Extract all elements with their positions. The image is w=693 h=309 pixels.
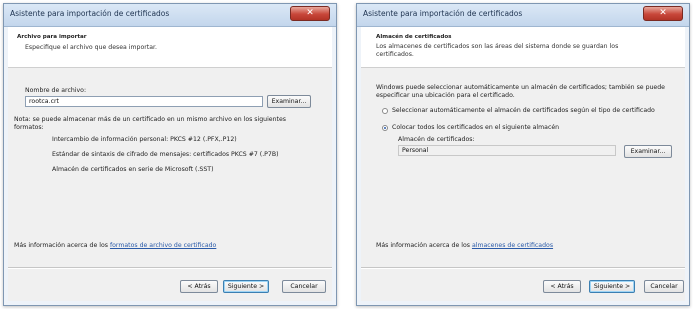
more-info-text: Más información acerca de los [376, 242, 472, 249]
cancel-button[interactable]: Cancelar [282, 280, 326, 293]
radio-auto-store[interactable] [382, 108, 388, 114]
import-wizard-store-dialog: Asistente para importación de certificad… [356, 3, 690, 306]
back-button[interactable]: < Atrás [180, 280, 218, 293]
more-info-text: Más información acerca de los [14, 242, 110, 249]
footer-divider [8, 267, 332, 269]
dialog-body: Almacén de certificados Los almacenes de… [361, 27, 685, 301]
radio-manual-label[interactable]: Colocar todos los certificados en el sig… [392, 124, 559, 132]
radio-manual-store[interactable] [382, 125, 388, 131]
filename-label: Nombre de archivo: [25, 87, 87, 94]
store-label: Almacén de certificados: [398, 136, 475, 143]
wizard-header: Archivo para importar Especifique el arc… [8, 27, 332, 68]
title-bar[interactable]: Asistente para importación de certificad… [357, 4, 689, 27]
close-button[interactable]: ✕ [290, 6, 330, 21]
dialog-body: Archivo para importar Especifique el arc… [8, 27, 332, 301]
filename-input[interactable]: rootca.crt [25, 96, 263, 107]
format-item: Estándar de sintaxis de cifrado de mensa… [52, 151, 279, 158]
header-subtitle: Los almacenes de certificados son las ár… [376, 43, 619, 58]
file-formats-link[interactable]: formatos de archivo de certificado [110, 242, 216, 249]
close-icon: ✕ [659, 8, 667, 18]
window-title: Asistente para importación de certificad… [10, 9, 170, 18]
cert-stores-link[interactable]: almacenes de certificados [472, 242, 553, 249]
close-button[interactable]: ✕ [643, 6, 683, 21]
header-title: Archivo para importar [17, 34, 87, 40]
wizard-header: Almacén de certificados Los almacenes de… [361, 27, 685, 68]
more-info-line: Más información acerca de los almacenes … [376, 242, 553, 250]
window-title: Asistente para importación de certificad… [363, 9, 523, 18]
format-item: Intercambio de información personal: PKC… [52, 136, 237, 143]
header-subtitle: Especifique el archivo que desea importa… [25, 44, 157, 51]
browse-button[interactable]: Examinar... [624, 145, 672, 158]
next-button[interactable]: Siguiente > [589, 280, 635, 293]
import-wizard-file-dialog: Asistente para importación de certificad… [3, 3, 337, 306]
footer-divider [361, 267, 685, 269]
store-input: Personal [398, 145, 616, 156]
radio-auto-label[interactable]: Seleccionar automáticamente el almacén d… [392, 107, 672, 115]
cancel-button[interactable]: Cancelar [644, 280, 684, 293]
header-title: Almacén de certificados [376, 34, 452, 40]
store-description: Windows puede seleccionar automáticament… [376, 84, 665, 99]
back-button[interactable]: < Atrás [543, 280, 581, 293]
close-icon: ✕ [306, 8, 314, 18]
formats-note: Nota: se puede almacenar más de un certi… [14, 116, 286, 131]
more-info-line: Más información acerca de los formatos d… [14, 242, 216, 250]
title-bar[interactable]: Asistente para importación de certificad… [4, 4, 336, 27]
next-button[interactable]: Siguiente > [223, 280, 269, 293]
format-item: Almacén de certificados en serie de Micr… [52, 166, 214, 173]
browse-button[interactable]: Examinar... [267, 95, 311, 108]
